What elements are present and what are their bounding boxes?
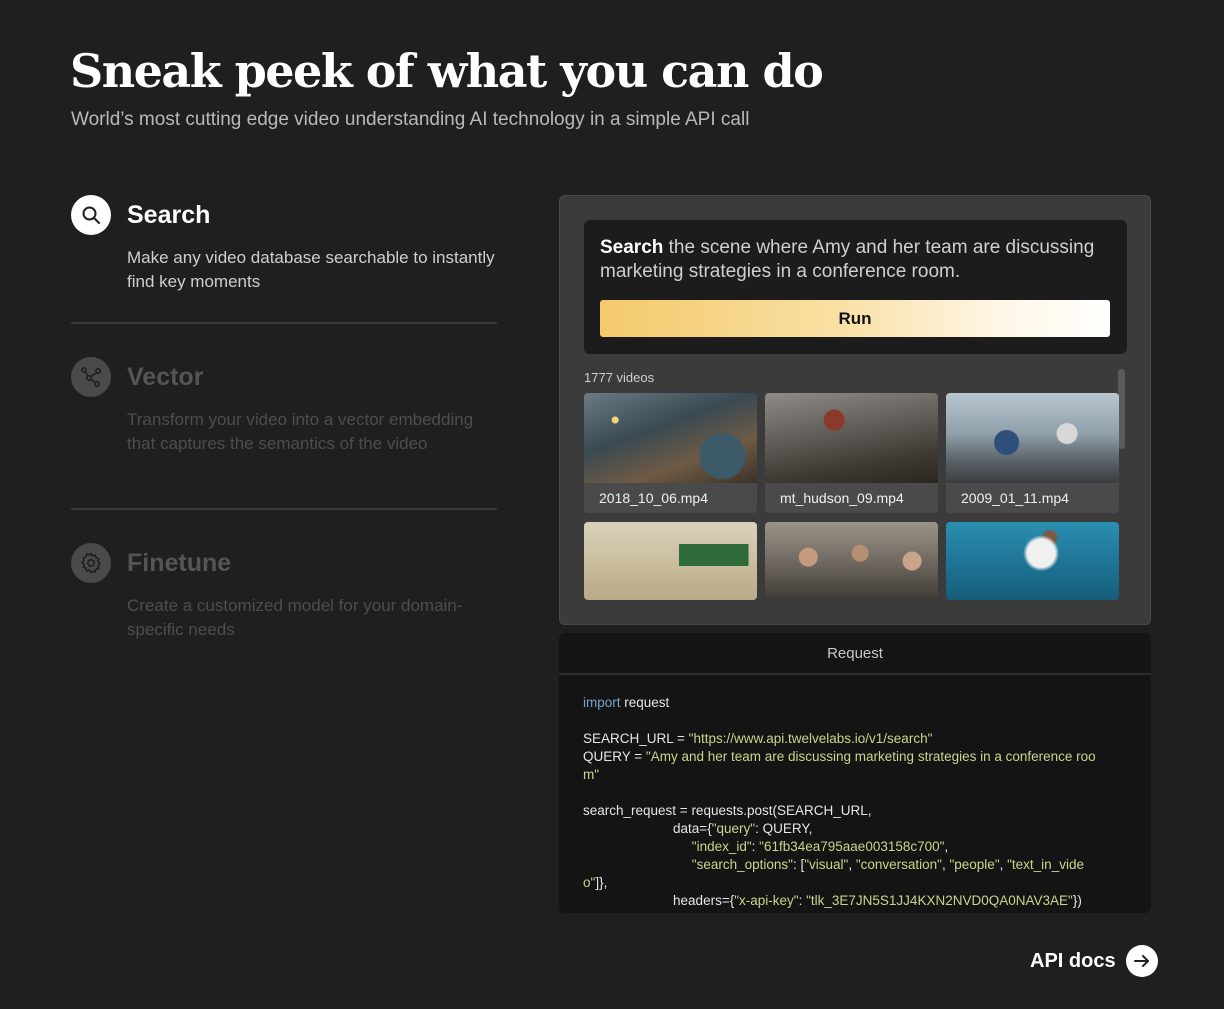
video-preview-image	[946, 393, 1119, 483]
feature-description: Transform your video into a vector embed…	[127, 410, 474, 453]
code-token: "query"	[711, 821, 756, 836]
code-token: "visual"	[804, 857, 849, 872]
code-token: "tlk_3E7JN5S1JJ4KXN2NVD0QA0NAV3AE"	[806, 893, 1073, 908]
code-token: request	[620, 695, 670, 710]
scrollbar-thumb[interactable]	[1118, 369, 1125, 449]
code-token: headers={	[673, 893, 735, 908]
video-filename: 2009_01_11.mp4	[946, 483, 1119, 513]
request-code-panel: Request import request SEARCH_URL = "htt…	[559, 633, 1151, 913]
video-thumbnail[interactable]: 2009_01_11.mp4	[946, 393, 1119, 513]
query-keyword: Search	[600, 237, 664, 258]
gear-icon	[71, 543, 111, 583]
video-preview-image	[584, 522, 757, 600]
feature-title: Vector	[127, 362, 204, 391]
api-docs-label: API docs	[1030, 949, 1116, 972]
query-card: Search the scene where Amy and her team …	[584, 220, 1127, 354]
code-token: "Amy and her team are discussing marketi…	[645, 749, 1096, 764]
code-token: "index_id"	[691, 839, 752, 854]
code-token: m"	[583, 767, 600, 782]
video-count: 1777 videos	[584, 370, 655, 385]
arrow-right-icon	[1125, 945, 1158, 977]
code-token: ]},	[595, 875, 608, 890]
code-token: "text_in_vide	[1007, 857, 1084, 872]
video-filename: 2018_10_06.mp4	[584, 483, 757, 513]
query-body: the scene where Amy and her team are dis…	[600, 237, 1095, 282]
video-preview-image	[946, 522, 1119, 600]
vector-icon	[71, 357, 111, 397]
api-docs-link[interactable]: API docs	[1030, 945, 1158, 977]
feature-finetune[interactable]: Finetune Create a customized model for y…	[71, 542, 497, 642]
code-token: SEARCH_URL =	[583, 731, 689, 746]
code-token: : QUERY,	[755, 821, 813, 836]
video-preview-image	[765, 393, 938, 483]
video-thumbnail[interactable]	[765, 522, 938, 600]
request-header: Request	[559, 633, 1151, 675]
search-demo-panel: Search the scene where Amy and her team …	[559, 195, 1151, 625]
code-token: })	[1072, 893, 1082, 908]
feature-title: Finetune	[127, 548, 232, 577]
query-text: Search the scene where Amy and her team …	[600, 236, 1100, 284]
video-thumbnail[interactable]	[584, 522, 757, 600]
run-button[interactable]: Run	[600, 300, 1110, 337]
code-block: import request SEARCH_URL = "https://www…	[583, 695, 1096, 908]
video-filename: mt_hudson_09.mp4	[765, 483, 938, 513]
feature-description: Make any video database searchable to in…	[127, 248, 495, 291]
code-token: "https://www.api.twelvelabs.io/v1/search…	[688, 731, 933, 746]
video-preview-image	[584, 393, 757, 483]
video-thumbnail[interactable]: 2018_10_06.mp4	[584, 393, 757, 513]
code-token: "conversation"	[855, 857, 942, 872]
video-thumbnail[interactable]	[946, 522, 1119, 600]
code-token: o"	[583, 875, 596, 890]
video-thumbnail[interactable]: mt_hudson_09.mp4	[765, 393, 938, 513]
code-token: ,	[944, 839, 949, 854]
feature-vector[interactable]: Vector Transform your video into a vecto…	[71, 356, 497, 456]
code-token: "61fb34ea795aae003158c700"	[759, 839, 945, 854]
search-icon	[71, 195, 111, 235]
code-token: data={	[673, 821, 712, 836]
video-preview-image	[765, 522, 938, 600]
code-token: : [	[792, 857, 805, 872]
code-token: import	[583, 695, 621, 710]
code-token: QUERY =	[583, 749, 646, 764]
page-title: Sneak peek of what you can do	[70, 44, 824, 98]
code-token: search_request = requests.post(SEARCH_UR…	[583, 803, 872, 818]
feature-divider	[71, 508, 497, 510]
page-subtitle: World’s most cutting edge video understa…	[71, 109, 750, 130]
code-token: :	[798, 893, 807, 908]
code-token: "x-api-key"	[734, 893, 799, 908]
feature-description: Create a customized model for your domai…	[127, 596, 463, 639]
feature-divider	[71, 322, 497, 324]
feature-search[interactable]: Search Make any video database searchabl…	[71, 194, 497, 294]
code-token: "people"	[949, 857, 1000, 872]
feature-title: Search	[127, 200, 211, 229]
code-token: "search_options"	[691, 857, 793, 872]
